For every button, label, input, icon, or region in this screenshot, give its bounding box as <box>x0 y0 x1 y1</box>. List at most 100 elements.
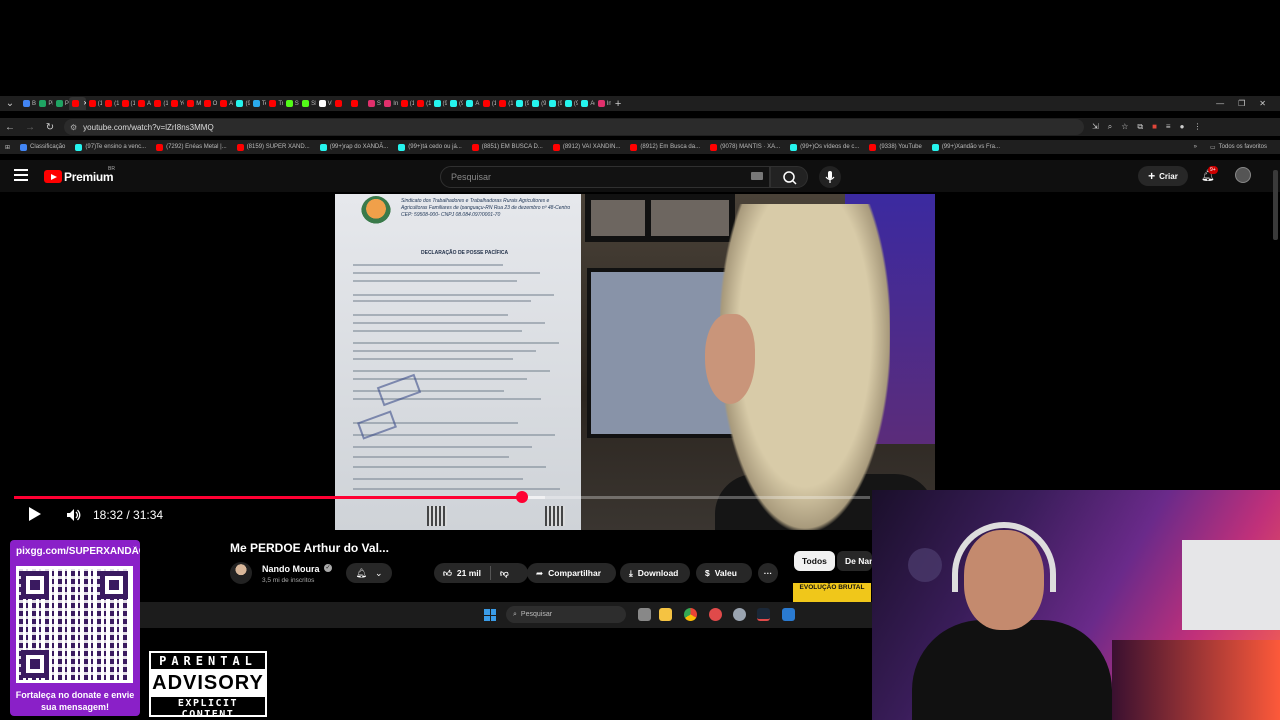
pinned-app-icon[interactable] <box>782 608 795 621</box>
close-icon[interactable]: ✕ <box>1259 99 1266 108</box>
forward-button[interactable]: → <box>20 122 40 133</box>
bookmark-item[interactable]: (8912) Em Busca da... <box>625 143 705 151</box>
bookmark-item[interactable]: (8159) SUPER XAND... <box>232 143 315 151</box>
chip-channel[interactable]: De Nan <box>837 551 872 571</box>
browser-tab[interactable]: Te <box>250 97 266 110</box>
bookmark-item[interactable]: (99+)Xandão vs Fra... <box>927 143 1005 151</box>
extensions-icon[interactable]: ⧉ <box>1137 122 1143 132</box>
browser-tab[interactable]: (9 <box>447 97 463 110</box>
volume-icon[interactable] <box>66 508 82 527</box>
bookmark-item[interactable]: (7292) Enéas Metal |... <box>151 143 232 151</box>
bookmark-item[interactable]: (99+)Os vídeos de c... <box>785 143 864 151</box>
browser-tab[interactable]: (9 <box>529 97 546 110</box>
browser-tab[interactable] <box>332 97 348 110</box>
channel-name[interactable]: Nando Moura <box>262 564 320 574</box>
browser-tab[interactable]: (1 <box>151 97 168 110</box>
browser-tab[interactable]: (1 <box>86 97 102 110</box>
settings-gear-icon[interactable] <box>733 608 746 621</box>
search-button[interactable] <box>770 166 808 188</box>
browser-tab[interactable]: A <box>135 97 151 110</box>
windows-start-icon[interactable] <box>484 609 496 621</box>
browser-tab[interactable]: (9 <box>431 97 447 110</box>
thanks-button[interactable]: $ Valeu <box>696 563 752 583</box>
browser-tab[interactable]: Pi <box>36 97 53 110</box>
video-player[interactable]: Sindicato dos Trabalhadores e Trabalhado… <box>335 194 935 530</box>
browser-tab[interactable]: (9 <box>546 97 562 110</box>
site-info-icon[interactable]: ⚙ <box>70 123 77 132</box>
browser-tab[interactable]: A <box>463 97 479 110</box>
account-avatar[interactable] <box>1235 167 1251 183</box>
browser-tab[interactable]: M <box>184 97 201 110</box>
bookmark-item[interactable]: (99+)tá cedo ou já... <box>393 143 467 151</box>
youtube-brand[interactable]: Premium <box>64 170 114 184</box>
browser-tab[interactable]: (9 <box>513 97 529 110</box>
bookmark-item[interactable]: (8912) VAI XANDIN... <box>548 143 626 151</box>
like-button[interactable]: 👍︎ 21 mil <box>443 568 481 579</box>
browser-tab[interactable] <box>348 97 364 110</box>
taskbar-search[interactable]: ⌕ Pesquisar <box>506 606 626 623</box>
page-scrollbar[interactable] <box>1273 170 1278 240</box>
browser-tab[interactable]: Vi <box>316 97 332 110</box>
browser-tab[interactable]: Bi <box>20 97 36 110</box>
url-field[interactable]: ⚙ youtube.com/watch?v=lZrI8ns3MMQ <box>64 119 1084 135</box>
extension-red-icon[interactable]: ■ <box>1152 122 1157 132</box>
tab-search-button[interactable]: ⌄ <box>0 98 20 109</box>
browser-tab[interactable]: St <box>283 97 299 110</box>
browser-tab[interactable]: (9 <box>562 97 578 110</box>
subscribed-button[interactable]: 🔔︎ ⌄ <box>346 563 392 583</box>
browser-tab[interactable]: (9 <box>233 97 250 110</box>
dislike-button[interactable]: 👎︎ <box>500 568 509 579</box>
browser-tab[interactable]: SI <box>299 97 316 110</box>
browser-tab[interactable]: Al <box>217 97 233 110</box>
bookmark-item[interactable]: (99+)rap do XANDÃ... <box>315 143 394 151</box>
create-button[interactable]: + Criar <box>1138 166 1188 186</box>
back-button[interactable]: ← <box>0 122 20 133</box>
browser-tab[interactable]: Pi <box>53 97 69 110</box>
app-icon[interactable] <box>709 608 722 621</box>
more-bookmarks-icon[interactable]: » <box>1194 144 1197 151</box>
chip-todos[interactable]: Todos <box>794 551 835 571</box>
reload-button[interactable]: ↻ <box>40 122 60 133</box>
bookmark-item[interactable]: (97)Te ensino a venc... <box>70 143 151 151</box>
browser-tab[interactable]: (1 <box>496 97 513 110</box>
browser-tab[interactable]: (1 <box>119 97 135 110</box>
bookmark-star-icon[interactable]: ☆ <box>1121 122 1128 132</box>
browser-tab[interactable]: In <box>381 97 398 110</box>
file-explorer-icon[interactable] <box>659 608 672 621</box>
hamburger-menu-icon[interactable] <box>14 169 28 181</box>
steam-icon[interactable] <box>757 608 770 621</box>
browser-tab[interactable]: (1 <box>398 97 414 110</box>
browser-tab[interactable]: ✕ <box>69 97 86 110</box>
kebab-menu-icon[interactable]: ⋮ <box>1193 122 1201 132</box>
browser-tab[interactable]: Ac <box>578 97 595 110</box>
browser-tab[interactable]: O <box>201 97 217 110</box>
browser-tab[interactable]: In <box>595 97 611 110</box>
maximize-icon[interactable]: ❐ <box>1238 99 1245 108</box>
promo-banner[interactable]: EVOLUÇÃO BRUTAL <box>793 583 871 602</box>
minimize-icon[interactable]: — <box>1216 99 1224 108</box>
voice-search-button[interactable] <box>819 166 841 188</box>
bookmark-item[interactable]: Classificação <box>15 143 70 151</box>
download-button[interactable]: ⤓ Download <box>620 563 690 583</box>
bookmark-item[interactable]: (9338) YouTube <box>864 143 926 151</box>
new-tab-button[interactable]: + <box>611 98 625 110</box>
chrome-icon[interactable] <box>684 608 697 621</box>
browser-tab[interactable]: (1 <box>102 97 119 110</box>
bookmark-item[interactable]: (9078) MANTIS · XA... <box>705 143 785 151</box>
youtube-logo-icon[interactable] <box>44 170 62 183</box>
install-icon[interactable]: ⇲ <box>1092 122 1099 132</box>
browser-tab[interactable]: (1 <box>414 97 431 110</box>
task-view-icon[interactable] <box>638 608 651 621</box>
channel-avatar[interactable] <box>230 562 252 584</box>
browser-tab[interactable]: Tr <box>266 97 283 110</box>
more-actions-button[interactable]: ··· <box>758 563 778 583</box>
menu-icon[interactable]: ≡ <box>1166 122 1171 132</box>
browser-tab[interactable]: St <box>365 97 381 110</box>
browser-tab[interactable]: Yo <box>168 97 184 110</box>
profile-icon[interactable]: ● <box>1180 122 1185 132</box>
play-icon[interactable] <box>29 507 41 521</box>
zoom-icon[interactable]: ⌕ <box>1108 122 1112 132</box>
apps-icon[interactable]: ⊞ <box>0 144 15 151</box>
browser-tab[interactable]: (1 <box>480 97 496 110</box>
all-bookmarks-folder[interactable]: ▭ Todos os favoritos <box>1205 144 1272 151</box>
